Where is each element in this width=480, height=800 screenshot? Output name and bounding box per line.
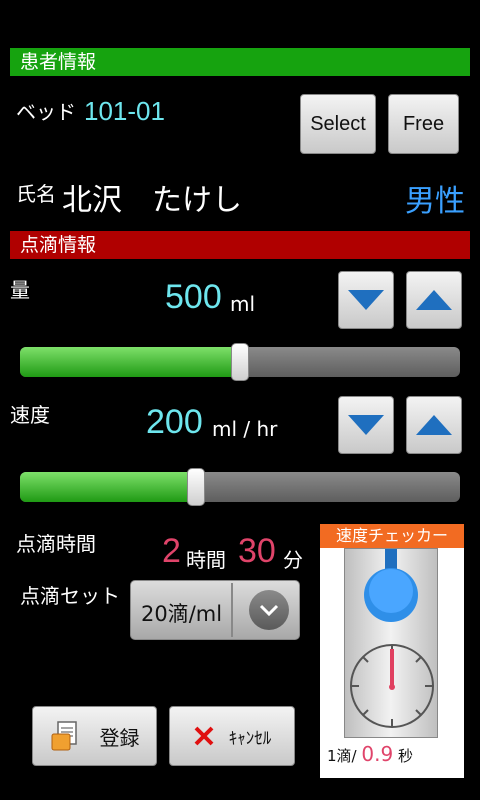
- patient-section-header: 患者情報: [10, 48, 470, 76]
- volume-value: 500: [165, 278, 222, 316]
- name-label: 氏名: [16, 182, 56, 206]
- cancel-button[interactable]: ｷｬﾝｾﾙ: [169, 706, 295, 766]
- drip-hours: 2: [162, 532, 181, 570]
- stopwatch-icon: [350, 644, 434, 728]
- free-button[interactable]: Free: [388, 94, 459, 154]
- drip-set-dropdown[interactable]: 20滴/ml: [130, 580, 300, 640]
- volume-unit: ml: [230, 292, 256, 316]
- speed-value: 200: [146, 403, 203, 441]
- volume-slider-thumb[interactable]: [231, 343, 249, 381]
- select-button-label: Select: [310, 112, 366, 135]
- gender-value: 男性: [405, 184, 465, 219]
- drip-minutes: 30: [238, 532, 276, 570]
- speed-checker-title: 速度チェッカー: [335, 526, 448, 545]
- speed-unit: ml / hr: [212, 417, 278, 441]
- drip-set-label: 点滴セット: [20, 584, 120, 608]
- patient-section-title: 患者情報: [20, 51, 97, 73]
- arrow-up-icon: [416, 290, 452, 310]
- volume-slider[interactable]: [20, 343, 460, 381]
- speed-slider[interactable]: [20, 468, 460, 506]
- arrow-up-icon: [416, 415, 452, 435]
- chevron-down-icon: [249, 590, 289, 630]
- volume-up-button[interactable]: [406, 271, 462, 329]
- register-icon: [51, 721, 77, 751]
- speed-label: 速度: [10, 403, 50, 427]
- bed-value: 101-01: [84, 96, 165, 126]
- drip-section-header: 点滴情報: [10, 231, 470, 259]
- dropdown-divider: [231, 583, 233, 637]
- drop-rate-text: 1滴/ 0.9 秒: [327, 742, 413, 766]
- speed-up-button[interactable]: [406, 396, 462, 454]
- register-button-label: 登録: [99, 727, 140, 750]
- speed-slider-fill: [20, 472, 196, 502]
- arrow-down-icon: [348, 290, 384, 310]
- drip-chamber: [344, 548, 438, 738]
- speed-checker-title-bar: 速度チェッカー: [320, 524, 464, 548]
- cancel-button-label: ｷｬﾝｾﾙ: [228, 728, 272, 748]
- speed-down-button[interactable]: [338, 396, 394, 454]
- drip-drop-icon: [364, 549, 418, 622]
- volume-label: 量: [10, 278, 30, 302]
- arrow-down-icon: [348, 415, 384, 435]
- close-icon: [194, 726, 214, 746]
- free-button-label: Free: [402, 112, 445, 135]
- register-button[interactable]: 登録: [32, 706, 157, 766]
- drop-rate-unit: 秒: [397, 747, 413, 765]
- drip-minutes-unit: 分: [283, 548, 303, 572]
- bed-label: ベッド: [16, 100, 76, 124]
- drip-time-label: 点滴時間: [16, 532, 96, 556]
- drip-section-title: 点滴情報: [20, 234, 97, 256]
- drop-rate-prefix: 1滴/: [327, 747, 357, 765]
- drip-hours-unit: 時間: [186, 548, 226, 572]
- patient-name: 北沢 たけし: [62, 183, 242, 218]
- volume-slider-fill: [20, 347, 240, 377]
- drop-rate-seconds: 0.9: [361, 742, 394, 766]
- select-button[interactable]: Select: [300, 94, 376, 154]
- speed-slider-thumb[interactable]: [187, 468, 205, 506]
- drip-set-value: 20滴/ml: [141, 602, 223, 626]
- speed-checker-panel: 速度チェッカー 1滴/ 0.9 秒: [320, 524, 464, 778]
- volume-down-button[interactable]: [338, 271, 394, 329]
